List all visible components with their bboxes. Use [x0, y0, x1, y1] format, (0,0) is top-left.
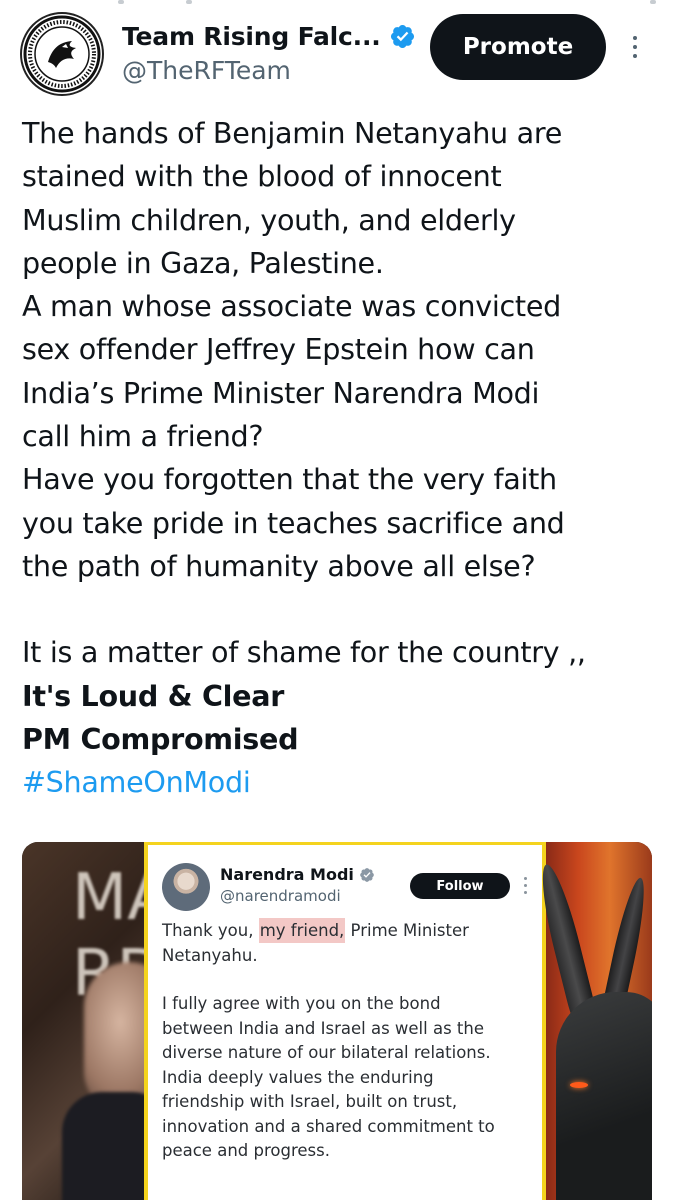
- embedded-line: India deeply values the enduring: [162, 1067, 434, 1087]
- author-display-name[interactable]: Team Rising Falc...: [122, 22, 381, 51]
- tweet-line: The hands of Benjamin Netanyahu are: [22, 116, 562, 150]
- tweet-line: A man whose associate was convicted: [22, 289, 561, 324]
- embedded-avatar: [162, 863, 210, 911]
- tweet-media-image[interactable]: MA RD Narendra Modi @narendramodi Follow…: [22, 842, 652, 1200]
- embedded-follow-button: Follow: [410, 873, 510, 899]
- embedded-author-handle: @narendramodi: [220, 887, 341, 905]
- author-avatar[interactable]: [20, 12, 104, 96]
- embedded-line: friendship with Israel, built on trust,: [162, 1092, 458, 1111]
- verified-badge-icon: [360, 867, 374, 882]
- tweet-line: you take pride in teaches sacrifice and: [22, 505, 565, 540]
- tweet-line: Muslim children, youth, and elderly: [22, 202, 516, 237]
- tweet-body: The hands of Benjamin Netanyahu are stai…: [22, 112, 652, 804]
- embedded-author-name: Narendra Modi: [220, 865, 375, 884]
- scroll-indicator: [0, 0, 674, 8]
- media-right-demon-art: [533, 842, 652, 1200]
- embedded-line: between India and Israel as well as the: [162, 1018, 484, 1038]
- embedded-line: Netanyahu.: [162, 945, 258, 965]
- embedded-line: peace and progress.: [162, 1141, 330, 1160]
- more-vertical-icon[interactable]: [630, 36, 640, 66]
- rising-falcon-logo-icon: [23, 15, 101, 93]
- embedded-line: Thank you, my friend, Prime Minister: [162, 918, 542, 944]
- tweet-bold-line: PM Compromised: [22, 721, 299, 756]
- tweet-line: call him a friend?: [22, 419, 264, 454]
- embedded-line: diverse nature of our bilateral relation…: [162, 1043, 491, 1062]
- tweet-line: sex offender Jeffrey Epstein how can: [22, 332, 535, 367]
- glowing-eye: [570, 1082, 588, 1088]
- tweet-line: stained with the blood of innocent: [22, 159, 502, 194]
- tweet-header: Team Rising Falc... @TheRFTeam Promote: [20, 12, 654, 98]
- embedded-post-screenshot: Narendra Modi @narendramodi Follow Thank…: [144, 842, 546, 1200]
- author-handle[interactable]: @TheRFTeam: [122, 56, 291, 85]
- more-vertical-icon: [522, 877, 528, 897]
- embedded-line: innovation and a shared commitment to: [162, 1116, 495, 1136]
- tweet-line: people in Gaza, Palestine.: [22, 245, 384, 280]
- author-name-row[interactable]: Team Rising Falc...: [122, 22, 416, 51]
- embedded-line: I fully agree with you on the bond: [162, 994, 441, 1013]
- tweet-line: It is a matter of shame for the country …: [22, 635, 586, 670]
- tweet-line: the path of humanity above all else?: [22, 548, 536, 583]
- media-left-photo: MA RD: [22, 842, 174, 1200]
- promote-button[interactable]: Promote: [430, 14, 606, 80]
- hashtag-link[interactable]: #ShameOnModi: [22, 761, 652, 804]
- tweet-line: Have you forgotten that the very faith: [22, 462, 557, 497]
- demon-head-shape: [556, 992, 652, 1200]
- highlighted-phrase: my friend,: [258, 918, 346, 943]
- tweet-bold-line: It's Loud & Clear: [22, 678, 285, 713]
- verified-badge-icon: [390, 24, 414, 49]
- tweet-line: India’s Prime Minister Narendra Modi: [22, 375, 540, 410]
- embedded-post-text: Thank you, my friend, Prime Minister Net…: [162, 918, 542, 1164]
